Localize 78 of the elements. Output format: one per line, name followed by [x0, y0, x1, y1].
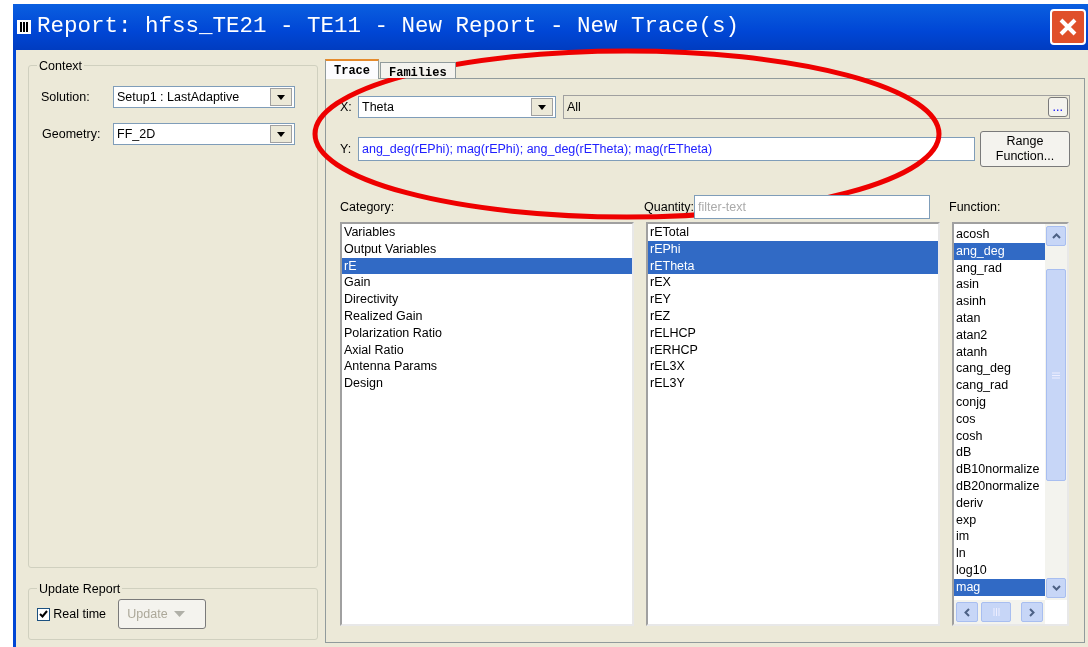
- list-item[interactable]: ln: [954, 545, 1045, 562]
- list-label: Function:: [949, 199, 1002, 217]
- x-dropdown[interactable]: Theta: [358, 96, 556, 118]
- list-item[interactable]: cang_deg: [954, 360, 1045, 378]
- list-item[interactable]: log10: [954, 561, 1045, 579]
- field-label: Geometry:: [41, 125, 102, 143]
- list-item[interactable]: cosh: [954, 427, 1045, 445]
- list-item[interactable]: rEL3X: [648, 358, 938, 376]
- list-item[interactable]: deriv: [954, 494, 1045, 512]
- checkmark-icon: [39, 610, 48, 618]
- grip-icon: [1052, 371, 1060, 379]
- list-item[interactable]: ang_rad: [954, 259, 1045, 277]
- list-item[interactable]: rELHCP: [648, 324, 938, 342]
- range-field[interactable]: All ...: [563, 95, 1070, 119]
- list-item[interactable]: Polarization Ratio: [342, 324, 632, 342]
- list-item[interactable]: Antenna Params: [342, 358, 632, 376]
- list-item[interactable]: dB10normalize: [954, 461, 1045, 478]
- list-item[interactable]: cos: [954, 410, 1045, 428]
- list-item[interactable]: dB: [954, 444, 1045, 462]
- list-item[interactable]: asinh: [954, 293, 1045, 310]
- list-item[interactable]: atan2: [954, 326, 1045, 344]
- dropdown-arrow-icon: [538, 104, 546, 110]
- list-item[interactable]: Axial Ratio: [342, 341, 632, 359]
- dropdown-arrow-icon: [277, 131, 285, 137]
- list-item[interactable]: rEZ: [648, 308, 938, 325]
- list-item[interactable]: Variables: [342, 224, 632, 241]
- field-label: Solution:: [40, 88, 91, 106]
- tab[interactable]: Trace: [325, 59, 379, 79]
- list-item[interactable]: Realized Gain: [342, 308, 632, 325]
- list-item[interactable]: atan: [954, 310, 1045, 327]
- dropdown-arrow-icon: [173, 611, 185, 617]
- list-item[interactable]: ang_deg: [954, 242, 1045, 260]
- checkbox-label: Real time: [53, 605, 107, 623]
- app-icon: [17, 20, 31, 34]
- grip-icon: [992, 608, 1000, 616]
- list-item[interactable]: cang_rad: [954, 377, 1045, 394]
- list-item[interactable]: rEX: [648, 274, 938, 292]
- close-button[interactable]: [1050, 9, 1086, 45]
- close-icon: [1058, 17, 1078, 37]
- scroll-left-button[interactable]: [956, 602, 978, 622]
- vertical-scrollbar[interactable]: [1045, 224, 1067, 600]
- y-expression-field[interactable]: ang_deg(rEPhi); mag(rEPhi); ang_deg(rETheta); mag(rETheta): [358, 137, 975, 161]
- list-item[interactable]: rE: [342, 257, 632, 275]
- range-function-button[interactable]: Range Function...: [980, 131, 1070, 167]
- list-item[interactable]: atanh: [954, 343, 1045, 361]
- list-item[interactable]: rEPhi: [648, 240, 938, 258]
- tab[interactable]: Families: [380, 62, 456, 78]
- list-item[interactable]: Design: [342, 375, 632, 392]
- geometry-dropdown[interactable]: FF_2D: [113, 123, 295, 145]
- scroll-up-button[interactable]: [1046, 226, 1066, 246]
- axis-label: X:: [340, 98, 353, 116]
- solution-dropdown[interactable]: Setup1 : LastAdaptive: [113, 86, 295, 108]
- list-item[interactable]: dB20normalize: [954, 477, 1045, 495]
- list-item[interactable]: rERHCP: [648, 341, 938, 359]
- scroll-thumb[interactable]: [1046, 269, 1066, 481]
- list-item[interactable]: asin: [954, 276, 1045, 294]
- scroll-thumb[interactable]: [981, 602, 1012, 622]
- horizontal-scrollbar[interactable]: [954, 600, 1045, 624]
- scroll-down-button[interactable]: [1046, 578, 1066, 598]
- list-label: Quantity:: [644, 199, 695, 217]
- window-title: Report: hfss_TE21 - TE11 - New Report - New Trace(s): [37, 12, 740, 42]
- list-item[interactable]: rEL3Y: [648, 375, 938, 392]
- list-item[interactable]: rEY: [648, 291, 938, 308]
- dropdown-arrow-icon: [277, 94, 285, 100]
- list-item[interactable]: mag: [954, 578, 1045, 596]
- checkbox[interactable]: [37, 607, 50, 621]
- list-item[interactable]: conjg: [954, 393, 1045, 411]
- list-item[interactable]: im: [954, 528, 1045, 546]
- list-item[interactable]: exp: [954, 511, 1045, 529]
- more-button[interactable]: ...: [1047, 97, 1068, 117]
- list-item[interactable]: Output Variables: [342, 240, 632, 258]
- list-item[interactable]: rETotal: [648, 224, 938, 241]
- list-item[interactable]: Directivity: [342, 291, 632, 308]
- axis-label: Y:: [340, 140, 353, 158]
- list-item[interactable]: Gain: [342, 274, 632, 292]
- scroll-right-button[interactable]: [1021, 602, 1043, 622]
- list-label: Category:: [340, 199, 396, 217]
- list-item[interactable]: acosh: [954, 226, 1045, 243]
